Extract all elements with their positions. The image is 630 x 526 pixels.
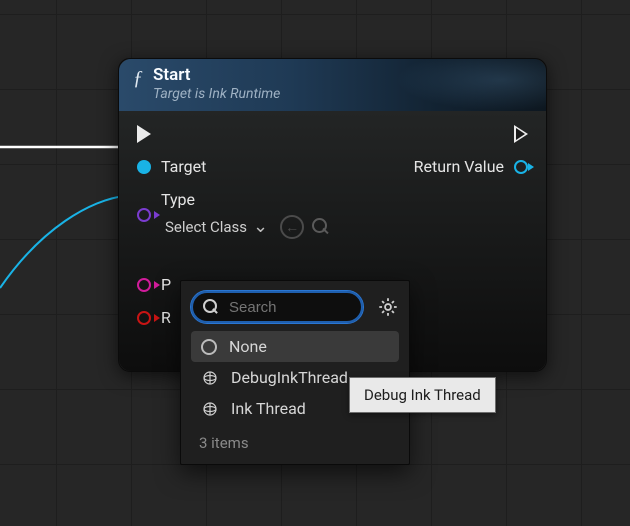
none-icon: [201, 339, 217, 355]
class-picker-search-box[interactable]: [191, 291, 363, 323]
search-icon: [203, 299, 219, 315]
return-value-output-pin[interactable]: [514, 160, 528, 174]
p-pin-label: P: [161, 275, 171, 294]
type-pin-label: Type: [161, 190, 330, 209]
function-icon: ƒ: [133, 67, 143, 89]
chevron-down-icon: ⌄: [253, 218, 268, 236]
class-option-label: None: [229, 337, 267, 356]
back-nav-button[interactable]: ←: [280, 215, 304, 239]
object-icon: [201, 400, 219, 418]
tooltip-text: Debug Ink Thread: [364, 386, 481, 404]
class-picker-count: 3 items: [191, 430, 399, 456]
p-input-pin[interactable]: [137, 278, 151, 292]
return-value-pin-label: Return Value: [414, 157, 504, 176]
tooltip: Debug Ink Thread: [349, 377, 496, 413]
gear-icon[interactable]: [377, 296, 399, 318]
type-input-pin[interactable]: [137, 208, 151, 222]
arrow-left-icon: ←: [285, 219, 299, 236]
class-picker-toggle[interactable]: Select Class ⌄: [161, 216, 272, 238]
r-pin-label: R: [161, 308, 171, 327]
r-input-pin[interactable]: [137, 311, 151, 325]
node-title: Start: [153, 65, 280, 85]
target-input-pin[interactable]: [137, 160, 151, 174]
node-subtitle: Target is Ink Runtime: [153, 85, 280, 103]
exec-input-pin[interactable]: [137, 125, 151, 143]
browse-to-asset-button[interactable]: [312, 218, 330, 236]
object-icon: [201, 369, 219, 387]
target-pin-label: Target: [161, 157, 206, 176]
class-picker-search-input[interactable]: [227, 298, 351, 317]
class-picker-dropdown[interactable]: None DebugInkThread Ink Thread: [180, 280, 410, 465]
class-option-label: DebugInkThread: [231, 368, 348, 387]
exec-output-pin[interactable]: [514, 125, 528, 143]
class-picker-label: Select Class: [165, 218, 247, 236]
class-option-none[interactable]: None: [191, 331, 399, 362]
class-option-label: Ink Thread: [231, 399, 306, 418]
node-header[interactable]: ƒ Start Target is Ink Runtime: [119, 59, 546, 111]
